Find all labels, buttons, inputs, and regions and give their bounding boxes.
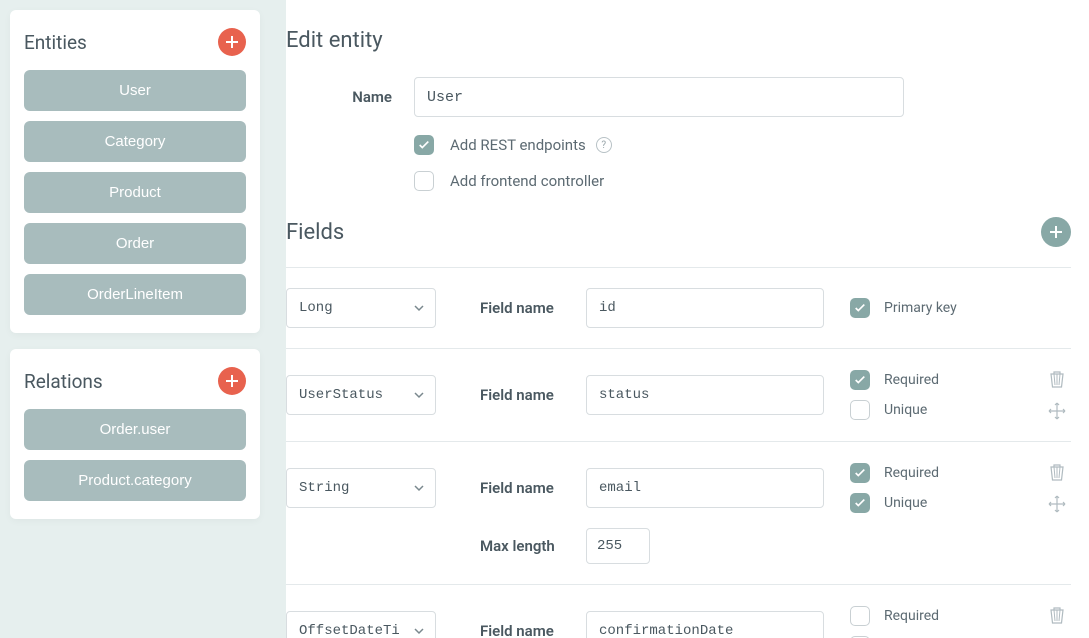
frontend-controller-label: Add frontend controller xyxy=(450,172,604,190)
move-icon[interactable] xyxy=(1047,494,1067,514)
field-type-value: OffsetDateTime xyxy=(299,623,399,638)
move-icon[interactable] xyxy=(1047,401,1067,421)
plus-icon xyxy=(225,374,239,388)
required-label: Required xyxy=(884,372,939,388)
field-type-value: UserStatus xyxy=(299,387,383,403)
chevron-down-icon xyxy=(413,482,425,494)
field-name-label: Field name xyxy=(480,479,586,497)
relations-panel: Relations Order.user Product.category xyxy=(10,349,260,519)
required-label: Required xyxy=(884,608,939,624)
field-name-label: Field name xyxy=(480,622,586,638)
chevron-down-icon xyxy=(413,302,425,314)
field-name-input[interactable] xyxy=(586,468,824,508)
field-row: OffsetDateTime Field name Required Uniqu… xyxy=(286,584,1071,638)
fields-title: Fields xyxy=(286,220,344,245)
field-name-label: Field name xyxy=(480,299,586,317)
entity-item-user[interactable]: User xyxy=(24,70,246,111)
entity-item-orderlineitem[interactable]: OrderLineItem xyxy=(24,274,246,315)
relation-item-product-category[interactable]: Product.category xyxy=(24,460,246,501)
chevron-down-icon xyxy=(413,625,425,637)
field-type-value: String xyxy=(299,480,349,496)
help-icon[interactable]: ? xyxy=(596,137,612,153)
rest-endpoints-label: Add REST endpoints xyxy=(450,136,586,154)
required-checkbox[interactable] xyxy=(850,370,870,390)
field-row: UserStatus Field name Required Unique xyxy=(286,348,1071,441)
delete-icon[interactable] xyxy=(1047,369,1067,389)
required-checkbox[interactable] xyxy=(850,606,870,626)
field-name-input[interactable] xyxy=(586,375,824,415)
chevron-down-icon xyxy=(413,389,425,401)
unique-checkbox[interactable] xyxy=(850,493,870,513)
name-label: Name xyxy=(286,88,414,106)
entity-item-category[interactable]: Category xyxy=(24,121,246,162)
plus-icon xyxy=(225,35,239,49)
entity-item-order[interactable]: Order xyxy=(24,223,246,264)
unique-checkbox[interactable] xyxy=(850,400,870,420)
field-row: String Field name Required Unique xyxy=(286,441,1071,584)
field-type-select[interactable]: Long xyxy=(286,288,436,328)
delete-icon[interactable] xyxy=(1047,462,1067,482)
unique-label: Unique xyxy=(884,402,927,418)
required-checkbox[interactable] xyxy=(850,463,870,483)
relations-title: Relations xyxy=(24,370,103,393)
primary-key-label: Primary key xyxy=(884,300,957,316)
add-field-button[interactable] xyxy=(1041,217,1071,247)
rest-endpoints-checkbox[interactable] xyxy=(414,135,434,155)
field-name-input[interactable] xyxy=(586,611,824,638)
field-name-input[interactable] xyxy=(586,288,824,328)
entity-item-product[interactable]: Product xyxy=(24,172,246,213)
plus-icon xyxy=(1049,225,1063,239)
delete-icon[interactable] xyxy=(1047,605,1067,625)
edit-entity-title: Edit entity xyxy=(286,28,1071,53)
entities-title: Entities xyxy=(24,31,87,54)
add-entity-button[interactable] xyxy=(218,28,246,56)
field-type-value: Long xyxy=(299,300,333,316)
max-length-label: Max length xyxy=(480,537,586,555)
field-row: Long Field name Primary key xyxy=(286,267,1071,348)
field-type-select[interactable]: OffsetDateTime xyxy=(286,611,436,638)
relation-item-order-user[interactable]: Order.user xyxy=(24,409,246,450)
primary-key-checkbox[interactable] xyxy=(850,298,870,318)
entity-name-input[interactable] xyxy=(414,77,904,117)
add-relation-button[interactable] xyxy=(218,367,246,395)
max-length-input[interactable] xyxy=(586,528,650,564)
entities-panel: Entities User Category Product Order Ord… xyxy=(10,10,260,333)
main-content: Edit entity Name Add REST endpoints ? Ad… xyxy=(286,0,1089,638)
unique-label: Unique xyxy=(884,495,927,511)
frontend-controller-checkbox[interactable] xyxy=(414,171,434,191)
field-name-label: Field name xyxy=(480,386,586,404)
required-label: Required xyxy=(884,465,939,481)
field-type-select[interactable]: String xyxy=(286,468,436,508)
field-type-select[interactable]: UserStatus xyxy=(286,375,436,415)
